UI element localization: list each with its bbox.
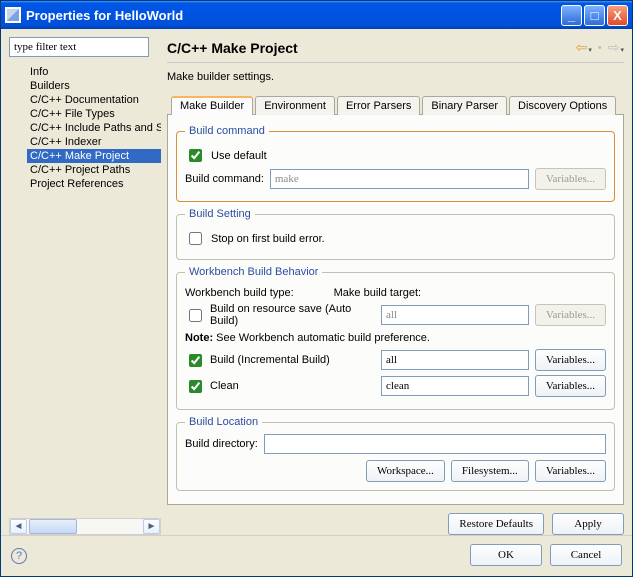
scroll-thumb[interactable]	[29, 519, 77, 534]
build-command-variables-button: Variables...	[535, 168, 606, 190]
incremental-target-input[interactable]	[381, 350, 529, 370]
maximize-button[interactable]: □	[584, 5, 605, 26]
scroll-right-icon[interactable]: ►	[143, 519, 160, 534]
back-icon[interactable]: ⇦▾	[576, 39, 592, 56]
clean-variables-button[interactable]: Variables...	[535, 375, 606, 397]
tabs-row: Make BuilderEnvironmentError ParsersBina…	[167, 95, 624, 115]
build-directory-input[interactable]	[264, 434, 606, 454]
tree-item[interactable]: Info	[27, 65, 161, 79]
clean-target-input[interactable]	[381, 376, 529, 396]
tree-item[interactable]: C/C++ File Types	[27, 107, 161, 121]
close-button[interactable]: X	[607, 5, 628, 26]
tree-item[interactable]: Builders	[27, 79, 161, 93]
stop-on-error-label: Stop on first build error.	[211, 233, 325, 245]
restore-defaults-button[interactable]: Restore Defaults	[448, 513, 544, 535]
make-target-label: Make build target:	[334, 287, 421, 299]
build-command-group: Build command Use default Build command:…	[176, 125, 615, 202]
workbench-legend: Workbench Build Behavior	[185, 266, 322, 278]
build-directory-label: Build directory:	[185, 438, 258, 450]
scroll-left-icon[interactable]: ◄	[10, 519, 27, 534]
workbench-group: Workbench Build Behavior Workbench build…	[176, 266, 615, 410]
build-command-label: Build command:	[185, 173, 264, 185]
tree-item[interactable]: C/C++ Project Paths	[27, 163, 161, 177]
tree-item[interactable]: C/C++ Include Paths and Symbols	[27, 121, 161, 135]
tab[interactable]: Environment	[255, 96, 335, 115]
minimize-button[interactable]: _	[561, 5, 582, 26]
ok-button[interactable]: OK	[470, 544, 542, 566]
build-location-legend: Build Location	[185, 416, 262, 428]
forward-icon[interactable]: ⇨▾	[608, 39, 624, 56]
use-default-label: Use default	[211, 150, 267, 162]
build-setting-legend: Build Setting	[185, 208, 255, 220]
left-pane: InfoBuildersC/C++ DocumentationC/C++ Fil…	[9, 37, 161, 535]
clean-label: Clean	[210, 380, 239, 392]
tab[interactable]: Discovery Options	[509, 96, 616, 115]
nav-tree: InfoBuildersC/C++ DocumentationC/C++ Fil…	[9, 63, 161, 191]
incremental-build-label: Build (Incremental Build)	[210, 354, 330, 366]
tab[interactable]: Error Parsers	[337, 96, 420, 115]
tree-item[interactable]: C/C++ Make Project	[27, 149, 161, 163]
help-icon[interactable]: ?	[11, 548, 27, 564]
page-title: C/C++ Make Project	[167, 40, 576, 56]
workbench-type-label: Workbench build type:	[185, 287, 294, 299]
stop-on-error-checkbox[interactable]	[189, 232, 202, 245]
titlebar: Properties for HelloWorld _ □ X	[1, 1, 632, 29]
tab[interactable]: Make Builder	[171, 96, 253, 115]
build-location-group: Build Location Build directory: Workspac…	[176, 416, 615, 491]
auto-build-variables-button: Variables...	[535, 304, 606, 326]
build-setting-group: Build Setting Stop on first build error.	[176, 208, 615, 260]
tree-item[interactable]: C/C++ Indexer	[27, 135, 161, 149]
page-subtitle: Make builder settings.	[167, 71, 624, 83]
auto-build-target-input	[381, 305, 529, 325]
build-command-input	[270, 169, 529, 189]
tree-item[interactable]: C/C++ Documentation	[27, 93, 161, 107]
workspace-button[interactable]: Workspace...	[366, 460, 445, 482]
note-text: See Workbench automatic build preference…	[216, 332, 430, 344]
location-variables-button[interactable]: Variables...	[535, 460, 606, 482]
filter-input[interactable]	[9, 37, 149, 57]
window-title: Properties for HelloWorld	[26, 8, 183, 23]
tree-h-scrollbar[interactable]: ◄ ►	[9, 518, 161, 535]
cancel-button[interactable]: Cancel	[550, 544, 622, 566]
clean-checkbox[interactable]	[189, 380, 202, 393]
filesystem-button[interactable]: Filesystem...	[451, 460, 529, 482]
note-prefix: Note:	[185, 332, 213, 344]
apply-button[interactable]: Apply	[552, 513, 624, 535]
tab-body: Build command Use default Build command:…	[167, 115, 624, 505]
tab[interactable]: Binary Parser	[422, 96, 507, 115]
app-icon	[5, 7, 21, 23]
use-default-checkbox[interactable]	[189, 149, 202, 162]
incremental-variables-button[interactable]: Variables...	[535, 349, 606, 371]
auto-build-label: Build on resource save (Auto Build)	[210, 303, 375, 327]
build-command-legend: Build command	[185, 125, 269, 137]
auto-build-checkbox[interactable]	[189, 309, 202, 322]
tree-item[interactable]: Project References	[27, 177, 161, 191]
incremental-build-checkbox[interactable]	[189, 354, 202, 367]
right-pane: C/C++ Make Project ⇦▾ • ⇨▾ Make builder …	[167, 37, 624, 535]
